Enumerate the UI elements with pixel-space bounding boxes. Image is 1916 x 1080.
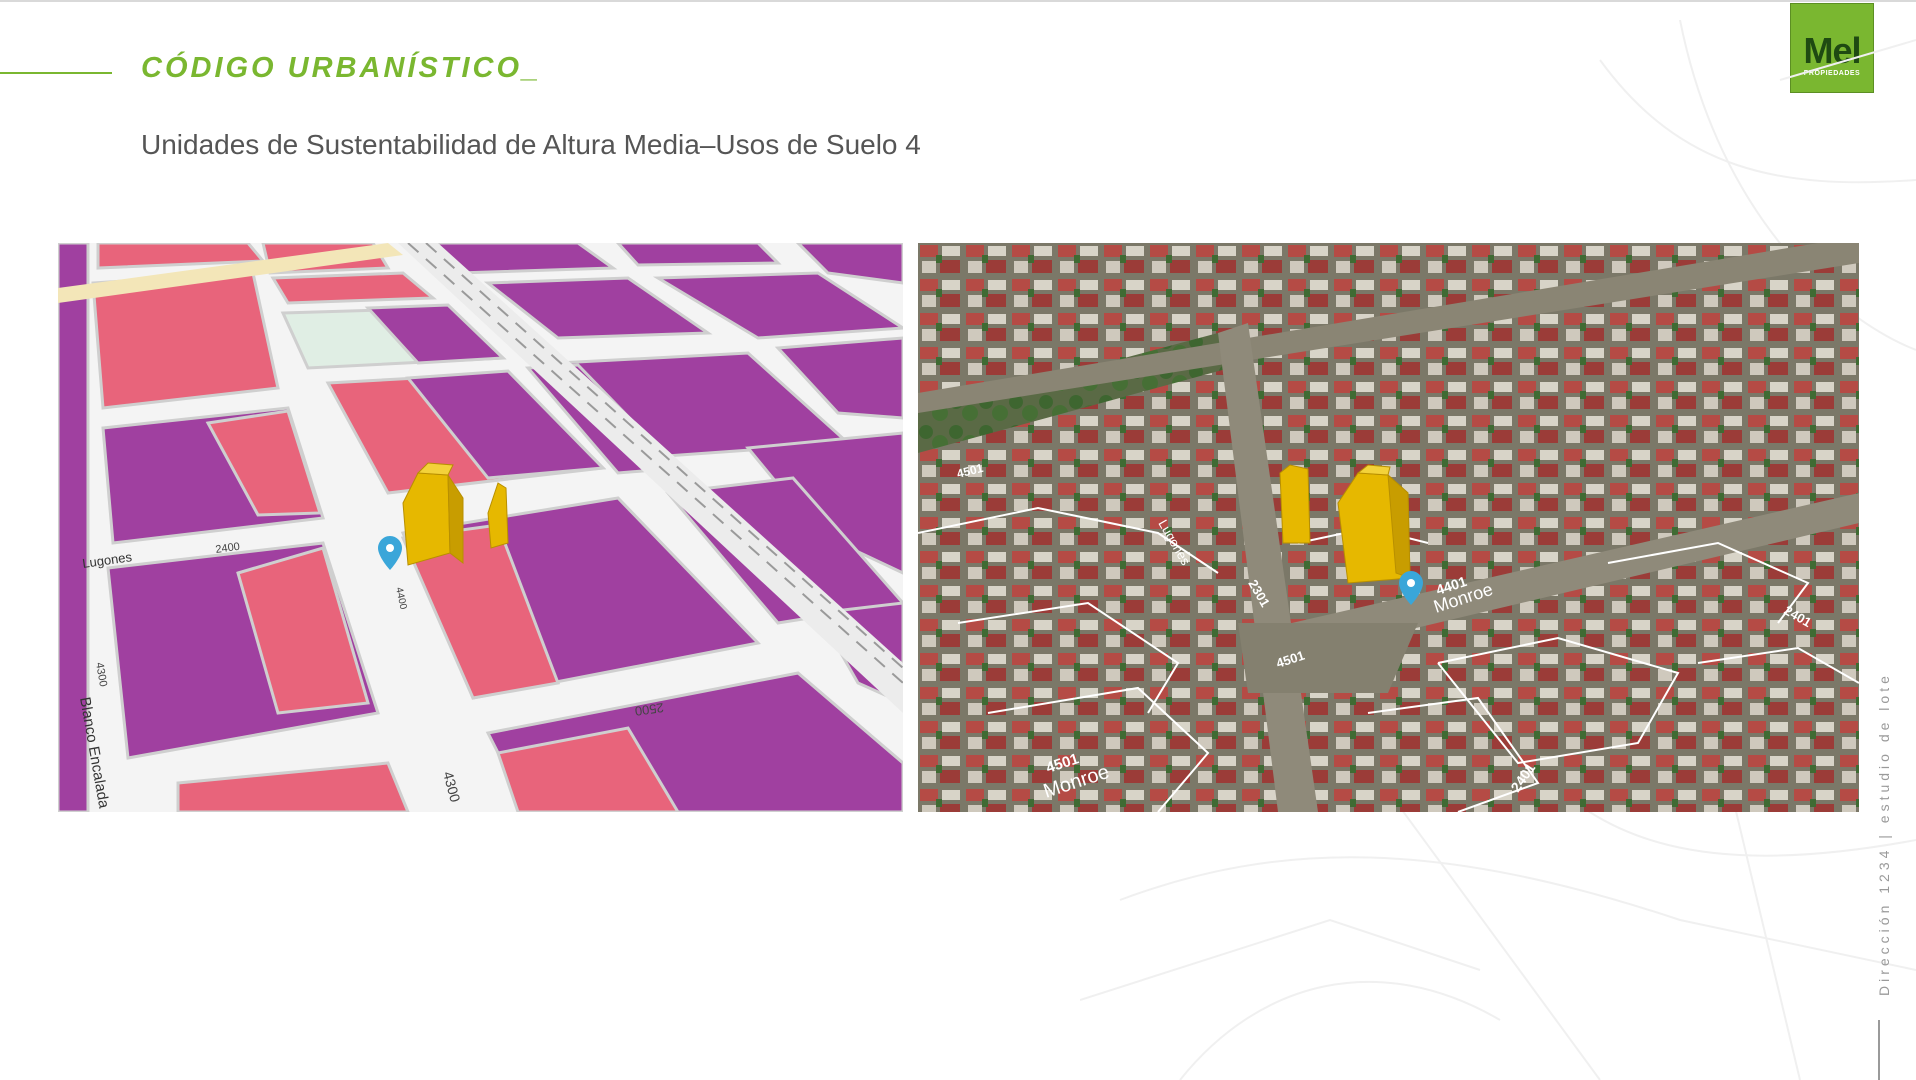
aerial-canvas: Monroe 4401 Monroe 4501 4501 4501 2401 2… — [918, 243, 1859, 812]
section-title: CÓDIGO URBANÍSTICO_ — [141, 52, 542, 84]
zoning-map-canvas: Lugones 2400 Blanco Encalada 4300 4300 2… — [58, 243, 903, 812]
block — [615, 243, 782, 267]
vertical-footer-text: Dirección 1234 | estudio de lote — [1876, 672, 1892, 996]
intersection — [1238, 623, 1418, 693]
aerial-satellite-view[interactable]: Monroe 4401 Monroe 4501 4501 4501 2401 2… — [918, 243, 1859, 812]
vertical-footer-rule — [1878, 1020, 1880, 1080]
zoning-map-3d[interactable]: Lugones 2400 Blanco Encalada 4300 4300 2… — [58, 243, 903, 812]
title-accent-line — [0, 72, 112, 74]
block — [270, 271, 437, 305]
top-rule — [0, 0, 1916, 2]
page-subtitle: Unidades de Sustentabilidad de Altura Me… — [141, 129, 921, 160]
